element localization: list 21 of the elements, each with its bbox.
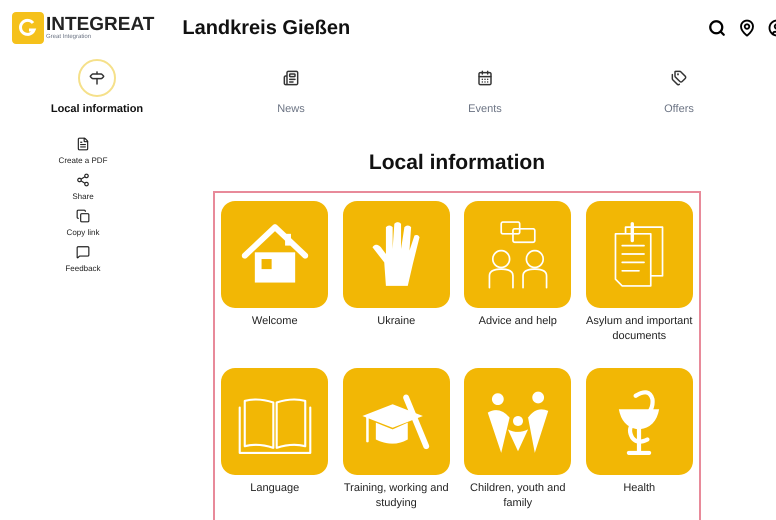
signpost-icon	[89, 70, 105, 86]
location-icon[interactable]	[738, 18, 756, 36]
region-title: Landkreis Gießen	[182, 16, 350, 40]
tag-icon	[671, 70, 687, 86]
nav-tab[interactable]: Offers	[582, 55, 776, 125]
copy-icon	[76, 209, 90, 223]
page-title: Local information	[368, 150, 546, 176]
share-icon	[76, 173, 90, 187]
toolbar-button[interactable]: Create a PDF	[58, 137, 108, 167]
toolbar-button[interactable]: Share	[72, 173, 94, 203]
feedback-icon	[76, 245, 90, 259]
nav-tab[interactable]: Events	[388, 55, 582, 125]
nav-tab[interactable]: News	[194, 55, 388, 125]
toolbar-button[interactable]: Feedback	[65, 245, 101, 275]
newspaper-icon	[283, 70, 299, 86]
search-icon[interactable]	[708, 18, 726, 36]
logo-text: INTEGREAT	[46, 15, 154, 34]
nav-tab[interactable]: Local information	[0, 55, 194, 125]
pdf-icon	[76, 137, 90, 151]
toolbar-button[interactable]: Copy link	[66, 209, 100, 239]
calendar-icon	[477, 70, 493, 86]
